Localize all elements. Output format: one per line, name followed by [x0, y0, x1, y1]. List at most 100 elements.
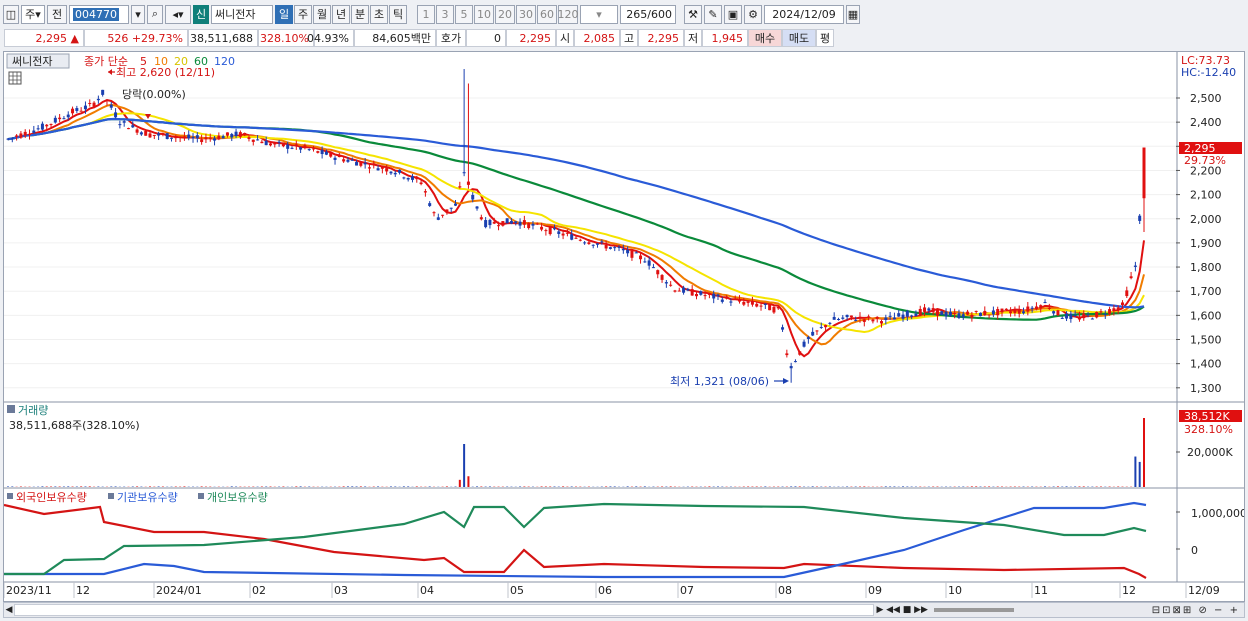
candle-body [15, 135, 19, 137]
scroll-right-icon[interactable]: ▶ [874, 605, 886, 615]
low-label: 저 [684, 29, 702, 47]
code-dropdown-icon[interactable]: ▾ [131, 4, 145, 24]
candle-body [884, 317, 888, 320]
candle-body [139, 132, 143, 135]
count-field[interactable]: 265/600 [620, 4, 676, 24]
candle-body [96, 98, 100, 101]
stock-label: 써니전자 [12, 55, 52, 68]
speaker-icon[interactable]: ◂▾ [165, 4, 191, 24]
candle-body [28, 133, 32, 135]
volume-bar [1082, 486, 1085, 487]
new-badge[interactable]: 신 [193, 4, 209, 24]
candle-body [445, 209, 449, 213]
interval-20[interactable]: 20 [495, 4, 515, 24]
x-axis-label: 05 [510, 584, 524, 597]
interval-30[interactable]: 30 [516, 4, 536, 24]
volume-bar [415, 486, 418, 487]
table-icon[interactable] [8, 71, 22, 85]
volume-bar [794, 486, 797, 487]
hoga-value: 0 [466, 29, 506, 47]
candle-body [725, 296, 729, 299]
candle-body [776, 306, 780, 309]
date-field[interactable]: 2024/12/09 [764, 4, 844, 24]
chart-tools-icon[interactable]: ⚒ [684, 4, 702, 24]
interval-120[interactable]: 120 [558, 4, 579, 24]
high-label: 고 [620, 29, 638, 47]
window-icon[interactable]: ◫ [3, 4, 19, 24]
period-type-select[interactable]: 주 ▾ [21, 4, 45, 24]
volume-bar [970, 486, 973, 487]
stock-name-field[interactable]: 써니전자 [211, 4, 273, 24]
price-ytick: 1,500 [1190, 334, 1222, 347]
period-tabs: 일주월년분초틱 [275, 4, 407, 24]
prev-button[interactable]: 전 [47, 4, 67, 24]
tab-2[interactable]: 월 [313, 4, 331, 24]
candle-body [673, 290, 677, 292]
candle-body [505, 218, 509, 224]
candle-body [643, 261, 647, 263]
quote-row: 2,295 ▲ 526 +29.73% 38,511,688 328.10% 0… [0, 28, 1248, 48]
save-icon[interactable]: ▣ [724, 4, 742, 24]
candle-body [1022, 311, 1026, 314]
sell-button[interactable]: 매도 [782, 29, 816, 47]
gear-icon[interactable]: ⚙ [744, 4, 762, 24]
code-value: 004770 [73, 7, 119, 21]
price-ytick: 1,800 [1190, 261, 1222, 274]
candle-body [729, 301, 733, 303]
play-icon[interactable]: ▶▶ [914, 605, 928, 615]
candle-body [466, 181, 470, 185]
eval-button[interactable]: 평 [816, 29, 834, 47]
volume: 38,511,688 [188, 29, 258, 47]
scroll-left-icon[interactable]: ◀ [4, 605, 14, 615]
tab-3[interactable]: 년 [332, 4, 350, 24]
candle-body [479, 217, 483, 220]
candle-body [918, 308, 922, 316]
tab-1[interactable]: 주 [294, 4, 312, 24]
code-input[interactable]: 004770 [69, 4, 129, 24]
tab-6[interactable]: 틱 [389, 4, 407, 24]
candle-body [991, 310, 995, 315]
interval-dropdown[interactable]: ▾ [580, 4, 618, 24]
chart-area[interactable]: 2,5002,4002,3002,2002,1002,0001,9001,800… [3, 51, 1247, 602]
candle-body [83, 105, 87, 110]
individual-holding-line [4, 502, 1147, 576]
candle-body [1030, 307, 1034, 309]
tab-5[interactable]: 초 [370, 4, 388, 24]
interval-3[interactable]: 3 [436, 4, 454, 24]
tab-4[interactable]: 분 [351, 4, 369, 24]
x-axis-label: 2024/01 [156, 584, 202, 597]
low-price: 1,945 [702, 29, 748, 47]
scrollbar-track[interactable] [14, 604, 874, 616]
candle-body [484, 220, 488, 228]
calendar-icon[interactable]: ▦ [846, 4, 860, 24]
buy-button[interactable]: 매수 [748, 29, 782, 47]
candle-body [1043, 302, 1047, 304]
candle-body [738, 299, 742, 302]
candle-body [763, 303, 767, 305]
volume-bar [346, 486, 349, 487]
interval-1[interactable]: 1 [417, 4, 435, 24]
chart-svg[interactable]: 2,5002,4002,3002,2002,1002,0001,9001,800… [3, 52, 1247, 601]
candle-body [423, 191, 427, 193]
candle-body [497, 225, 501, 227]
candle-body [1004, 308, 1008, 310]
search-icon[interactable]: ⌕ [147, 4, 163, 24]
candle-body [591, 244, 595, 246]
interval-60[interactable]: 60 [537, 4, 557, 24]
candle-body [66, 114, 70, 118]
zoom-slider[interactable] [934, 608, 1014, 612]
rewind-icon[interactable]: ◀◀ [886, 605, 900, 615]
candle-body [768, 304, 772, 311]
x-axis-label: 04 [420, 584, 434, 597]
candle-body [195, 135, 199, 139]
stop-icon[interactable]: ■ [900, 605, 914, 615]
bottom-bar: ◀ ▶ ◀◀ ■ ▶▶ ⊟⊡⊠⊞ ⊘ − + [3, 602, 1245, 618]
interval-5[interactable]: 5 [455, 4, 473, 24]
tab-0[interactable]: 일 [275, 4, 293, 24]
draw-icon[interactable]: ✎ [704, 4, 722, 24]
candle-body [750, 300, 754, 305]
interval-10[interactable]: 10 [474, 4, 494, 24]
volume-bar [114, 486, 117, 487]
view-tools-icons[interactable]: ⊟⊡⊠⊞ ⊘ − + [1020, 605, 1244, 616]
candle-body [707, 293, 711, 295]
